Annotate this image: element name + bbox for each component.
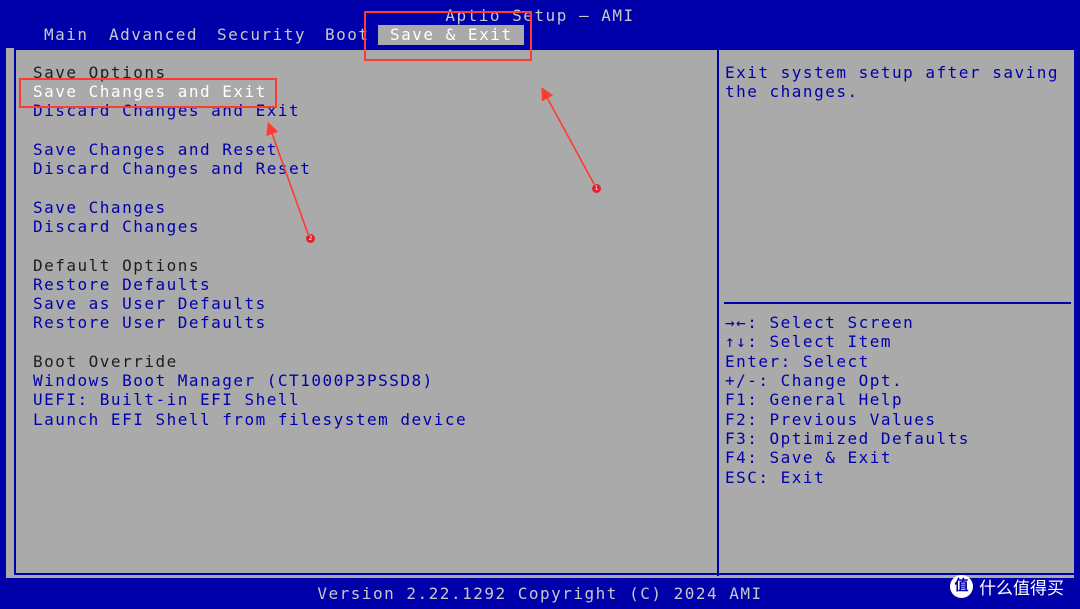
watermark: 值 什么值得买 [950, 573, 1064, 599]
annotation-arrow-1 [541, 87, 595, 185]
watermark-logo-icon: 值 [950, 574, 973, 598]
annotation-arrow-2 [266, 121, 309, 235]
annotation-marker-2: 2 [306, 234, 315, 243]
watermark-text: 什么值得买 [979, 578, 1064, 599]
annotation-marker-1: 1 [592, 184, 601, 193]
annotation-arrows [266, 87, 595, 235]
